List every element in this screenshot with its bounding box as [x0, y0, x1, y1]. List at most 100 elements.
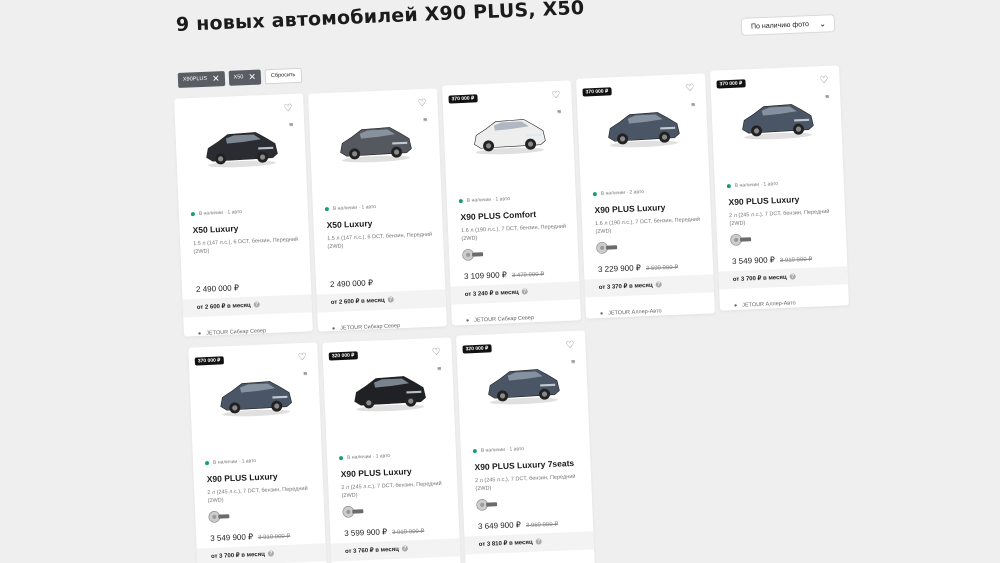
price: 3 599 900 ₽3 919 900 ₽: [344, 527, 425, 539]
car-card[interactable]: 320 000 ₽ ♡ ≡ В наличии · 1 авто X90 PLU…: [322, 337, 461, 563]
car-image[interactable]: [481, 361, 565, 406]
old-price: 3 919 900 ₽: [779, 256, 813, 265]
filter-chip-label: X90PLUS: [182, 75, 208, 83]
car-image[interactable]: [333, 119, 417, 164]
compare-icon[interactable]: ≡: [571, 359, 575, 366]
heart-icon[interactable]: ♡: [432, 347, 441, 358]
discount-badge: 320 000 ₽: [462, 344, 492, 354]
stock-dot-icon: [204, 460, 210, 465]
heart-icon[interactable]: ♡: [685, 83, 694, 94]
location-pin-icon: ●: [465, 317, 470, 325]
heart-icon[interactable]: ♡: [417, 98, 426, 109]
stock-status: В наличии · 1 авто: [190, 209, 242, 217]
dealer-location[interactable]: ● JETOUR Аллер-Авто: [600, 308, 662, 317]
car-image[interactable]: [347, 368, 431, 413]
info-icon[interactable]: ?: [267, 550, 274, 558]
model-name[interactable]: X90 PLUS Luxury: [341, 466, 412, 479]
model-name[interactable]: X90 PLUS Comfort: [460, 209, 536, 222]
car-photo: [354, 376, 426, 412]
filter-chip[interactable]: X50 ✕: [228, 69, 262, 86]
monthly-payment: от 3 240 ₽ в месяц?: [450, 281, 581, 305]
sort-select[interactable]: По наличию фото ⌄: [740, 14, 836, 36]
stock-status: В наличии · 2 авто: [592, 189, 644, 197]
car-image[interactable]: [735, 96, 819, 141]
dealer-location[interactable]: ● JETOUR Аллер-Авто: [734, 300, 796, 309]
stock-status: В наличии · 1 авто: [726, 181, 778, 189]
stock-status: В наличии · 1 авто: [472, 446, 524, 454]
info-icon[interactable]: ?: [789, 273, 796, 281]
heart-icon[interactable]: ♡: [819, 75, 828, 86]
dealer-location[interactable]: ● JETOUR Сибкар Север: [198, 328, 266, 337]
old-price: 3 969 900 ₽: [525, 521, 559, 530]
model-name[interactable]: X90 PLUS Luxury: [594, 202, 665, 215]
model-name[interactable]: X90 PLUS Luxury: [207, 471, 278, 484]
compare-icon[interactable]: ≡: [423, 117, 427, 124]
compare-icon[interactable]: ≡: [437, 366, 441, 373]
close-icon[interactable]: ✕: [248, 70, 256, 85]
filter-chip[interactable]: X90PLUS ✕: [177, 71, 225, 88]
compare-icon[interactable]: ≡: [825, 94, 829, 101]
heart-icon[interactable]: ♡: [298, 352, 307, 363]
dealer-location[interactable]: ● JETOUR Сибкар Север: [466, 315, 534, 324]
active-filters: X90PLUS ✕ X50 ✕ Сбросить: [177, 67, 302, 88]
stock-status: В наличии · 1 авто: [338, 453, 390, 461]
info-icon[interactable]: ?: [253, 301, 260, 309]
car-card[interactable]: 370 000 ₽ ♡ ≡ В наличии · 1 авто X90 PLU…: [442, 80, 581, 326]
monthly-payment: от 2 600 ₽ в месяц?: [316, 289, 447, 313]
car-card[interactable]: 370 000 ₽ ♡ ≡ В наличии · 1 авто X90 PLU…: [710, 65, 849, 311]
model-name[interactable]: X50 Luxury: [326, 218, 372, 230]
compare-icon[interactable]: ≡: [303, 371, 307, 378]
car-card[interactable]: 320 000 ₽ ♡ ≡ В наличии · 1 авто X90 PLU…: [456, 330, 595, 563]
spec-text: 1.5 л (147 л.с.), 6 DCT, бензин, Передни…: [193, 236, 299, 256]
price: 3 549 900 ₽3 919 900 ₽: [731, 255, 813, 267]
spec-text: 2 л (245 л.с.), 7 DCT, бензин, Передний …: [475, 473, 576, 493]
old-price: 3 479 900 ₽: [511, 271, 545, 280]
car-card[interactable]: ♡ ≡ В наличии · 1 авто X50 Luxury 1.5 л …: [308, 88, 447, 332]
spec-text: 1.6 л (190 л.с.), 7 DCT, бензин, Передни…: [595, 216, 701, 236]
spec-text: 1.5 л (147 л.с.), 6 DCT, бензин, Передни…: [327, 231, 433, 251]
car-card[interactable]: 370 000 ₽ ♡ ≡ В наличии · 2 авто X90 PLU…: [576, 73, 715, 319]
wheel-icon: [342, 506, 364, 518]
model-name[interactable]: X90 PLUS Luxury: [728, 194, 799, 207]
car-image[interactable]: [601, 104, 685, 149]
model-name[interactable]: X90 PLUS Luxury 7seats: [474, 458, 574, 472]
car-image[interactable]: [199, 124, 283, 169]
compare-icon[interactable]: ≡: [557, 109, 561, 116]
compare-icon[interactable]: ≡: [691, 102, 695, 109]
compare-icon[interactable]: ≡: [289, 122, 293, 129]
wheel-icon: [596, 242, 618, 254]
monthly-payment: от 3 700 ₽ в месяц?: [718, 266, 849, 290]
car-image[interactable]: [467, 111, 551, 156]
heart-icon[interactable]: ♡: [283, 103, 292, 114]
spec-text: 2 л (245 л.с.), 7 DCT, бензин, Передний …: [341, 480, 442, 500]
location-pin-icon: ●: [599, 310, 604, 318]
price: 2 490 000 ₽: [195, 283, 240, 295]
heart-icon[interactable]: ♡: [565, 340, 574, 351]
info-icon[interactable]: ?: [387, 296, 394, 304]
info-icon[interactable]: ?: [655, 281, 662, 289]
car-card[interactable]: ♡ ≡ В наличии · 1 авто X50 Luxury 1.5 л …: [174, 93, 313, 337]
discount-badge: 370 000 ₽: [716, 79, 746, 89]
monthly-payment: от 3 810 ₽ в месяц?: [464, 531, 595, 555]
heart-icon[interactable]: ♡: [551, 90, 560, 101]
filter-chip-label: X50: [233, 74, 244, 81]
location-pin-icon: ●: [733, 302, 738, 310]
reset-filters-button[interactable]: Сбросить: [264, 67, 302, 85]
wheel-icon: [476, 499, 498, 511]
old-price: 3 919 900 ₽: [258, 533, 291, 542]
location-pin-icon: ●: [197, 330, 202, 338]
info-icon[interactable]: ?: [401, 545, 408, 553]
info-icon[interactable]: ?: [535, 538, 542, 546]
wheel-icon: [730, 234, 752, 246]
discount-badge: 370 000 ₽: [582, 87, 612, 97]
model-name[interactable]: X50 Luxury: [192, 223, 238, 235]
car-image[interactable]: [213, 373, 297, 418]
close-icon[interactable]: ✕: [212, 71, 220, 86]
discount-badge: 370 000 ₽: [448, 94, 478, 104]
car-photo: [742, 104, 814, 140]
dealer-location[interactable]: ● JETOUR Сибкар Север: [332, 323, 400, 332]
info-icon[interactable]: ?: [521, 288, 528, 296]
spec-text: 1.6 л (190 л.с.), 7 DCT, бензин, Передни…: [461, 223, 567, 243]
discount-badge: 320 000 ₽: [328, 351, 358, 361]
car-card[interactable]: 370 000 ₽ ♡ ≡ В наличии · 1 авто X90 PLU…: [188, 342, 327, 563]
